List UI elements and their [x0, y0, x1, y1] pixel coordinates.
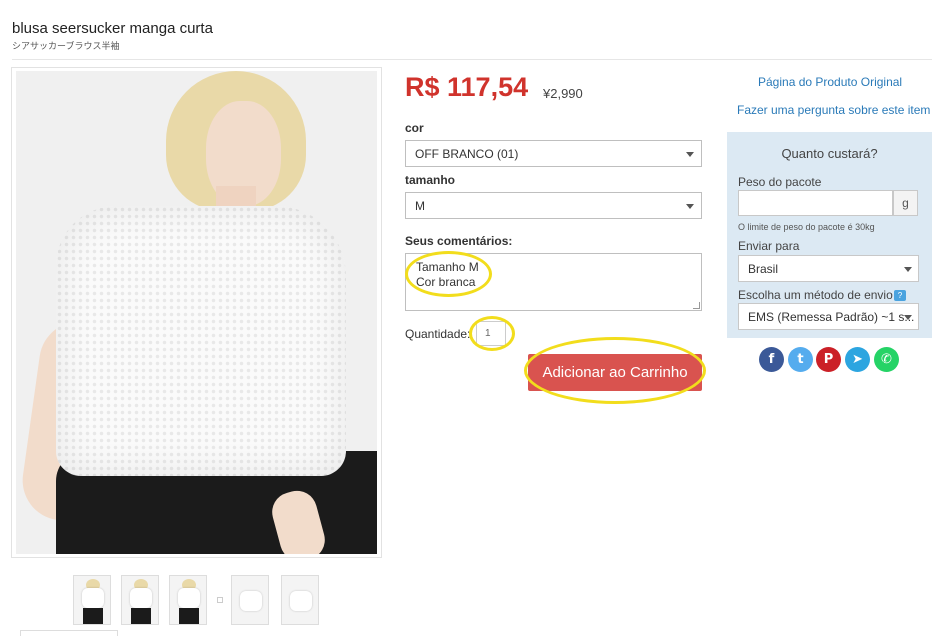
help-icon[interactable]: ?	[894, 290, 906, 301]
thumb-blouse	[82, 588, 104, 608]
whatsapp-icon[interactable]: ✆	[874, 347, 899, 372]
color-select-value: OFF BRANCO (01)	[415, 147, 519, 161]
weight-input[interactable]	[738, 190, 893, 216]
original-page-link[interactable]: Página do Produto Original	[758, 75, 902, 89]
comments-textarea[interactable]: Tamanho M Cor branca	[405, 253, 702, 311]
pinterest-icon[interactable]: P	[816, 347, 841, 372]
method-select[interactable]: EMS (Remessa Padrão) ~1 s...	[738, 303, 919, 330]
thumbnail-1[interactable]	[73, 575, 111, 625]
method-value: EMS (Remessa Padrão) ~1 s...	[748, 310, 915, 324]
size-label: tamanho	[405, 173, 456, 187]
thumbnail-4[interactable]	[231, 575, 269, 625]
chevron-down-icon	[904, 315, 912, 320]
product-title: blusa seersucker manga curta	[12, 20, 213, 37]
ship-to-value: Brasil	[748, 262, 779, 276]
quantity-label: Quantidade:	[405, 327, 471, 341]
calc-title: Quanto custará?	[781, 146, 878, 161]
weight-label: Peso do pacote	[738, 175, 822, 189]
facebook-icon[interactable]: f	[759, 347, 784, 372]
quantity-input[interactable]: 1	[476, 321, 506, 346]
twitter-icon[interactable]: t	[788, 347, 813, 372]
thumb-blouse	[130, 588, 152, 608]
thumbnail-5[interactable]	[281, 575, 319, 625]
shipping-calculator: Quanto custará? Peso do pacote g O limit…	[727, 132, 932, 338]
product-subtitle: シアサッカーブラウス半袖	[12, 41, 120, 51]
method-label: Escolha um método de envio	[738, 288, 893, 302]
thumbnail-2[interactable]	[121, 575, 159, 625]
size-select-value: M	[415, 199, 425, 213]
thumb-pants	[179, 608, 199, 624]
color-label: cor	[405, 121, 424, 135]
photo-blouse	[56, 206, 346, 476]
ask-question-link[interactable]: Fazer uma pergunta sobre este item	[737, 103, 930, 117]
original-price: ¥2,990	[543, 86, 583, 101]
color-select[interactable]: OFF BRANCO (01)	[405, 140, 702, 167]
weight-note: O limite de peso do pacote é 30kg	[738, 222, 875, 232]
thumb-pants	[131, 608, 151, 624]
size-select[interactable]: M	[405, 192, 702, 219]
main-product-image[interactable]	[11, 67, 382, 558]
telegram-icon[interactable]: ➤	[845, 347, 870, 372]
comments-label: Seus comentários:	[405, 234, 513, 248]
chevron-down-icon	[686, 204, 694, 209]
divider	[12, 59, 932, 60]
ship-to-select[interactable]: Brasil	[738, 255, 919, 282]
weight-unit: g	[893, 190, 918, 216]
chevron-down-icon	[686, 152, 694, 157]
resize-handle[interactable]	[693, 302, 700, 309]
thumbnail-3[interactable]	[169, 575, 207, 625]
price: R$ 117,54	[405, 72, 529, 102]
thumb-blouse	[290, 591, 312, 611]
thumb-pants	[83, 608, 103, 624]
add-to-cart-button[interactable]: Adicionar ao Carrinho	[528, 354, 702, 391]
thumbnail-separator	[217, 597, 223, 603]
thumb-blouse	[178, 588, 200, 608]
ship-to-label: Enviar para	[738, 239, 800, 253]
bottom-tab	[20, 630, 118, 636]
photo-background	[16, 71, 377, 554]
thumb-blouse	[240, 591, 262, 611]
chevron-down-icon	[904, 267, 912, 272]
